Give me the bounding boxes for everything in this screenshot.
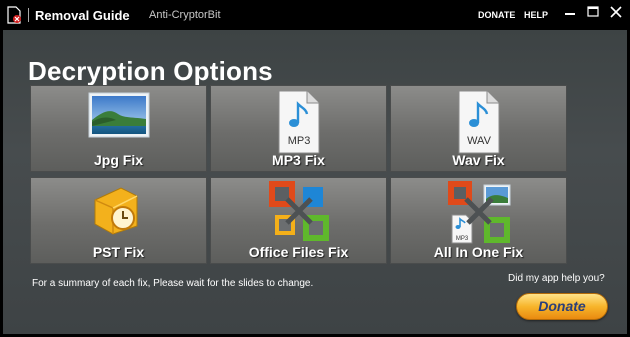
mp3-fix-tile[interactable]: MP3 MP3 Fix (210, 85, 387, 172)
all-in-one-icon-text: MP3 (455, 236, 468, 242)
main-panel: Decryption Options Jpg Fix MP3 MP3 Fix W… (3, 30, 627, 334)
all-in-one-fix-tile[interactable]: MP3 All In One Fix (390, 177, 567, 264)
app-subtitle: Anti-CryptorBit (149, 9, 221, 21)
slides-note: For a summary of each fix, Please wait f… (32, 278, 314, 289)
office-logo-icon (268, 181, 329, 241)
help-link[interactable]: HELP (524, 10, 548, 20)
office-files-fix-tile[interactable]: Office Files Fix (210, 177, 387, 264)
close-icon[interactable] (606, 3, 626, 21)
minimize-icon[interactable] (560, 3, 580, 21)
tile-label: MP3 Fix (272, 152, 325, 168)
landscape-photo-icon (88, 92, 149, 138)
all-in-one-icon: MP3 (447, 181, 510, 244)
donate-link[interactable]: DONATE (478, 10, 515, 20)
donate-button[interactable]: Donate (516, 293, 608, 320)
jpg-fix-tile[interactable]: Jpg Fix (30, 85, 207, 172)
page-title: Decryption Options (28, 56, 273, 86)
mp3-icon-text: MP3 (287, 135, 310, 147)
app-window: Removal Guide Anti-CryptorBit DONATE HEL… (0, 0, 630, 337)
app-logo-icon (7, 6, 21, 24)
mp3-file-icon: MP3 (278, 90, 319, 154)
wav-file-icon: WAV (458, 90, 499, 154)
maximize-icon[interactable] (583, 3, 603, 21)
pst-fix-tile[interactable]: PST Fix (30, 177, 207, 264)
tile-label: Jpg Fix (93, 152, 143, 168)
title-bar[interactable]: Removal Guide Anti-CryptorBit DONATE HEL… (0, 0, 630, 30)
outlook-pst-icon (94, 187, 137, 235)
wav-fix-tile[interactable]: WAV Wav Fix (390, 85, 567, 172)
tile-label: Wav Fix (452, 152, 505, 168)
help-question: Did my app help you? (508, 273, 605, 284)
title-separator (28, 8, 29, 22)
app-title: Removal Guide (35, 8, 130, 23)
tile-label: PST Fix (92, 244, 145, 260)
tile-label: Office Files Fix (248, 244, 349, 260)
wav-icon-text: WAV (467, 135, 491, 147)
tile-label: All In One Fix (433, 244, 524, 260)
